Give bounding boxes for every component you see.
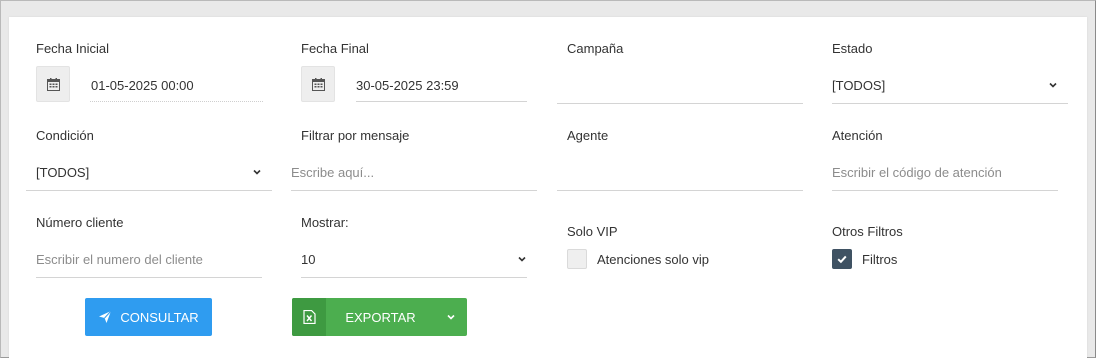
numero-cliente-label: Número cliente — [36, 215, 124, 230]
mostrar-underline — [301, 277, 527, 278]
filtros-checkbox-label[interactable]: Filtros — [862, 252, 897, 267]
solo-vip-checkbox[interactable] — [567, 249, 587, 269]
filtros-checkbox[interactable] — [832, 249, 852, 269]
estado-label: Estado — [832, 41, 873, 56]
numero-cliente-input[interactable]: Escribir el numero del cliente — [36, 252, 203, 267]
agente-underline — [557, 190, 803, 191]
exportar-dropdown-toggle[interactable] — [435, 298, 467, 336]
agente-label: Agente — [567, 128, 609, 143]
fecha-inicial-underline — [90, 101, 263, 102]
consultar-label: CONSULTAR — [120, 309, 199, 325]
calendar-icon — [311, 77, 325, 91]
exportar-label: EXPORTAR — [345, 309, 416, 325]
atencion-label: Atención — [832, 128, 883, 143]
agente-select[interactable] — [557, 156, 803, 190]
fecha-final-calendar-button[interactable] — [301, 66, 335, 102]
send-icon — [99, 310, 112, 323]
otros-filtros-label: Otros Filtros — [832, 224, 903, 239]
campana-select[interactable] — [557, 69, 803, 103]
solo-vip-checkbox-label[interactable]: Atenciones solo vip — [597, 252, 709, 267]
estado-select[interactable]: [TODOS] — [832, 78, 885, 93]
filtrar-mensaje-input[interactable]: Escribe aquí... — [291, 165, 374, 180]
filtrar-mensaje-underline — [291, 190, 537, 191]
chevron-down-icon[interactable] — [251, 166, 263, 178]
filter-panel: Fecha Inicial 01-05-2025 00:00 Fecha Fin… — [9, 17, 1087, 358]
fecha-inicial-label: Fecha Inicial — [36, 41, 109, 56]
condicion-underline — [26, 190, 272, 191]
solo-vip-label: Solo VIP — [567, 224, 618, 239]
chevron-down-icon[interactable] — [1047, 79, 1059, 91]
condicion-label: Condición — [36, 128, 94, 143]
exportar-button[interactable]: EXPORTAR — [292, 298, 467, 336]
fecha-final-input[interactable]: 30-05-2025 23:59 — [356, 78, 459, 93]
chevron-down-icon — [447, 314, 455, 320]
campana-label: Campaña — [567, 41, 624, 56]
chevron-down-icon[interactable] — [516, 253, 528, 265]
campana-underline — [557, 103, 803, 104]
fecha-inicial-input[interactable]: 01-05-2025 00:00 — [91, 78, 194, 93]
fecha-inicial-calendar-button[interactable] — [36, 66, 70, 102]
checkmark-icon — [837, 255, 847, 264]
fecha-final-underline — [356, 101, 527, 102]
atencion-input[interactable]: Escribir el código de atención — [832, 165, 1002, 180]
mostrar-select[interactable]: 10 — [301, 252, 315, 267]
calendar-icon — [46, 77, 60, 91]
numero-cliente-underline — [36, 277, 262, 278]
filtrar-mensaje-label: Filtrar por mensaje — [301, 128, 410, 143]
fecha-final-label: Fecha Final — [301, 41, 369, 56]
excel-icon-box — [292, 298, 326, 336]
estado-underline — [832, 103, 1068, 104]
consultar-button[interactable]: CONSULTAR — [85, 298, 212, 336]
condicion-select[interactable]: [TODOS] — [36, 165, 89, 180]
atencion-underline — [832, 190, 1058, 191]
mostrar-label: Mostrar: — [301, 215, 349, 230]
excel-icon — [302, 310, 316, 324]
